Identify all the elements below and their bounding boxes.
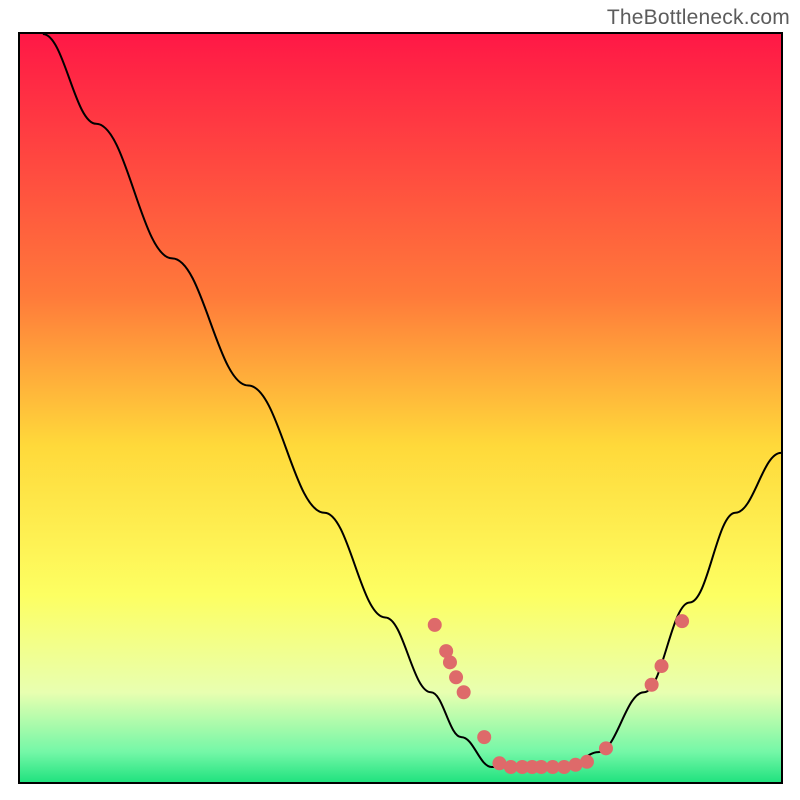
highlight-dot [645, 678, 659, 692]
highlight-dot [477, 730, 491, 744]
highlight-dot [599, 741, 613, 755]
highlight-dot [457, 685, 471, 699]
curve-layer [20, 34, 781, 782]
highlight-dot [675, 614, 689, 628]
highlight-dot [580, 755, 594, 769]
watermark-text: TheBottleneck.com [607, 6, 790, 30]
highlight-dot [655, 659, 669, 673]
highlight-dot [428, 618, 442, 632]
highlight-dots [428, 614, 689, 774]
plot-frame [18, 32, 783, 784]
bottleneck-curve [43, 34, 781, 767]
highlight-dot [443, 655, 457, 669]
highlight-dot [449, 670, 463, 684]
chart-stage: TheBottleneck.com [0, 0, 800, 800]
